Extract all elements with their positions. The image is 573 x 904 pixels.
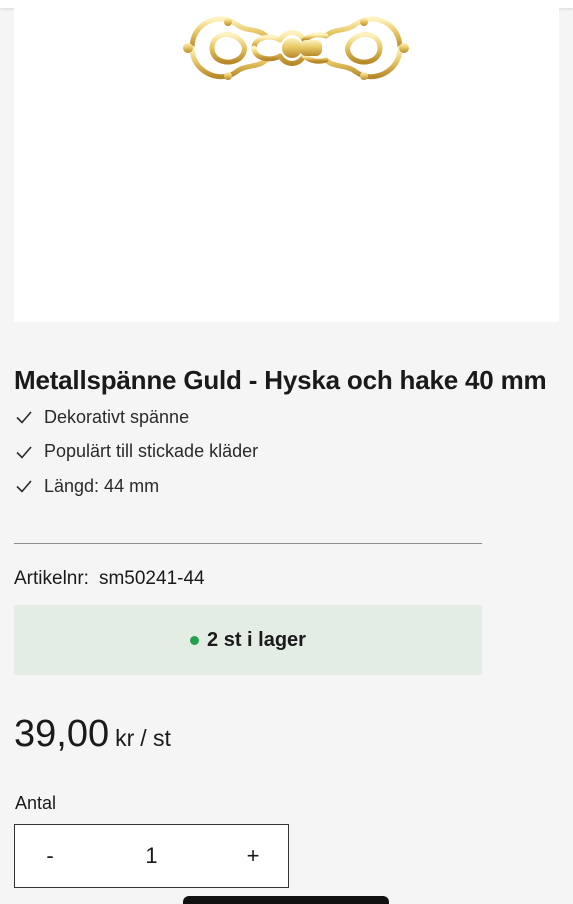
- price-unit: / st: [140, 725, 171, 751]
- increment-button[interactable]: +: [218, 843, 288, 869]
- feature-text: Populärt till stickade kläder: [44, 441, 259, 462]
- product-image[interactable]: [14, 0, 559, 322]
- feature-text: Längd: 44 mm: [44, 475, 160, 496]
- decrement-button[interactable]: -: [15, 843, 85, 869]
- feature-item: Längd: 44 mm: [14, 469, 258, 504]
- quantity-label: Antal: [15, 793, 57, 813]
- feature-text: Dekorativt spänne: [44, 406, 190, 427]
- stock-text: 2 st i lager: [207, 628, 306, 651]
- sku-value: sm50241-44: [98, 568, 205, 589]
- check-icon: [16, 480, 32, 493]
- feature-item: Populärt till stickade kläder: [14, 435, 258, 470]
- stock-status: 2 st i lager: [14, 605, 482, 675]
- price: 39,00 kr / st: [14, 713, 171, 756]
- clasp-illustration: [183, 16, 409, 80]
- check-icon: [16, 411, 32, 424]
- feature-item: Dekorativt spänne: [14, 400, 258, 435]
- add-to-cart-button[interactable]: [183, 896, 389, 904]
- sku-label: Artikelnr:: [14, 568, 89, 589]
- feature-list: Dekorativt spänne Populärt till stickade…: [14, 400, 258, 504]
- divider: [14, 543, 482, 544]
- price-currency: kr: [115, 725, 135, 751]
- price-amount: 39,00: [14, 713, 110, 755]
- stock-dot-icon: [190, 635, 200, 645]
- quantity-stepper: - 1 +: [14, 824, 289, 888]
- product-title: Metallspänne Guld - Hyska och hake 40 mm: [14, 365, 547, 396]
- sku-row: Artikelnr: sm50241-44: [14, 568, 205, 590]
- quantity-input[interactable]: 1: [85, 843, 218, 869]
- check-icon: [16, 446, 32, 459]
